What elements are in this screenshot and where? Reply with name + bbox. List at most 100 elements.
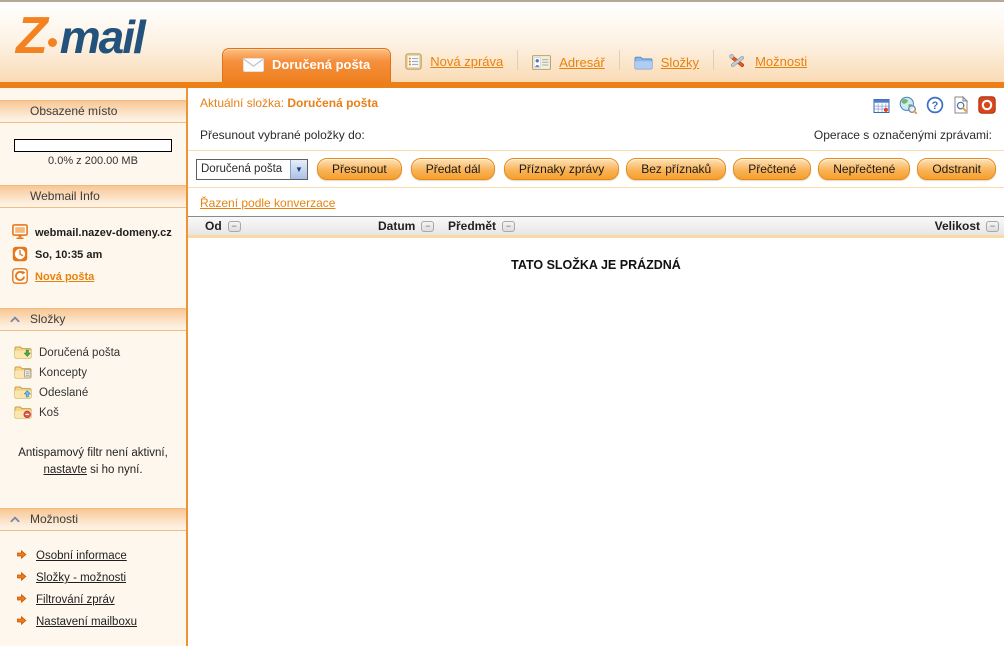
- options-list: Osobní informace Složky - možnosti Filtr…: [0, 545, 186, 633]
- tab-inbox[interactable]: Doručená pošta: [222, 48, 391, 82]
- info-time-row: So, 10:35 am: [0, 246, 186, 268]
- chevron-down-icon: ▼: [290, 160, 307, 179]
- sort-toggle-icon[interactable]: −: [421, 221, 434, 232]
- empty-folder-message: TATO SLOŽKA JE PRÁZDNÁ: [188, 258, 1004, 272]
- sort-toggle-icon[interactable]: −: [986, 221, 999, 232]
- monitor-icon: [12, 224, 28, 243]
- envelope-icon: [243, 58, 264, 72]
- host-label: webmail.nazev-domeny.cz: [35, 227, 172, 239]
- logo-z: Z: [16, 7, 46, 65]
- options-title-label: Možnosti: [30, 508, 78, 531]
- info-new-mail-row[interactable]: Nová pošta: [0, 268, 186, 290]
- option-link[interactable]: Nastavení mailboxu: [36, 616, 137, 628]
- webmail-info-list: webmail.nazev-domeny.cz So, 10:35 am Nov…: [0, 224, 186, 290]
- info-host-row: webmail.nazev-domeny.cz: [0, 224, 186, 246]
- calendar-icon[interactable]: [873, 97, 890, 114]
- message-table-header: Od − Datum − Předmět − Velikost −: [188, 216, 1004, 238]
- drafts-folder-icon: [14, 365, 32, 382]
- main-content: Aktuální složka: Doručená pošta ?: [188, 88, 1004, 646]
- options-section-header[interactable]: Možnosti: [0, 508, 186, 531]
- help-icon[interactable]: ?: [926, 96, 944, 114]
- folder-label: Koncepty: [39, 367, 87, 379]
- search-globe-icon[interactable]: [899, 96, 917, 114]
- sort-by-conversation-link[interactable]: Řazení podle konverzace: [200, 196, 335, 210]
- operations-label: Operace s označenými zprávami:: [814, 128, 992, 142]
- move-button[interactable]: Přesunout: [317, 158, 402, 180]
- column-subject-label: Předmět: [448, 219, 496, 233]
- antispam-notice: Antispamový filtr není aktivní, nastavte…: [10, 445, 176, 478]
- message-flags-button[interactable]: Příznaky zprávy: [504, 158, 619, 180]
- compose-icon: [405, 53, 422, 70]
- tab-options[interactable]: Možnosti: [714, 53, 821, 82]
- no-flags-button[interactable]: Bez příznaků: [626, 158, 726, 180]
- mark-read-button[interactable]: Přečtené: [733, 158, 811, 180]
- tab-folders[interactable]: Složky: [620, 55, 713, 82]
- tab-compose[interactable]: Nová zpráva: [391, 53, 517, 82]
- folder-label: Doručená pošta: [39, 347, 120, 359]
- option-personal-info[interactable]: Osobní informace: [0, 545, 186, 567]
- folder-item-drafts[interactable]: Koncepty: [0, 363, 186, 383]
- folder-select[interactable]: Doručená pošta ▼: [196, 159, 308, 180]
- option-folder-options[interactable]: Složky - možnosti: [0, 567, 186, 589]
- tab-bar: Doručená pošta Nová zpráva Adresář Složk…: [222, 48, 821, 82]
- folder-label: Odeslané: [39, 387, 88, 399]
- folder-label: Koš: [39, 407, 59, 419]
- arrow-right-icon: [16, 571, 27, 585]
- tab-label: Možnosti: [755, 54, 807, 69]
- folders-section-header[interactable]: Složky: [0, 308, 186, 331]
- arrow-right-icon: [16, 615, 27, 629]
- quota-progress-bar: [14, 139, 172, 152]
- breadcrumb-current-folder: Doručená pošta: [287, 96, 378, 110]
- tab-label: Doručená pošta: [272, 57, 370, 72]
- sent-folder-icon: [14, 385, 32, 402]
- arrow-right-icon: [16, 593, 27, 607]
- antispam-text: si ho nyní.: [87, 464, 143, 476]
- sort-toggle-icon[interactable]: −: [228, 221, 241, 232]
- option-link[interactable]: Filtrování zpráv: [36, 594, 115, 606]
- tab-label: Složky: [661, 55, 699, 70]
- option-link[interactable]: Osobní informace: [36, 550, 127, 562]
- logo-mail: mail: [60, 11, 144, 63]
- tools-icon: [728, 53, 747, 70]
- antispam-text: Antispamový filtr není aktivní,: [18, 447, 168, 459]
- folder-item-trash[interactable]: Koš: [0, 403, 186, 423]
- tab-label: Nová zpráva: [430, 54, 503, 69]
- breadcrumb-label: Aktuální složka:: [200, 96, 284, 110]
- column-from-label: Od: [205, 219, 222, 233]
- arrow-right-icon: [16, 549, 27, 563]
- folder-select-value: Doručená pošta: [197, 163, 290, 175]
- quick-icon-bar: ?: [873, 96, 996, 114]
- folder-item-sent[interactable]: Odeslané: [0, 383, 186, 403]
- folders-title-label: Složky: [30, 308, 65, 331]
- quota-title-label: Obsazené místo: [30, 100, 117, 123]
- tab-label: Adresář: [559, 55, 605, 70]
- option-message-filtering[interactable]: Filtrování zpráv: [0, 589, 186, 611]
- chevron-up-icon: [10, 316, 20, 323]
- print-preview-icon[interactable]: [953, 96, 969, 114]
- quota-section-title: Obsazené místo: [0, 100, 186, 123]
- breadcrumb: Aktuální složka: Doručená pošta: [200, 96, 378, 110]
- trash-folder-icon: [14, 405, 32, 422]
- option-mailbox-settings[interactable]: Nastavení mailboxu: [0, 611, 186, 633]
- time-label: So, 10:35 am: [35, 249, 102, 261]
- chevron-up-icon: [10, 516, 20, 523]
- folder-item-inbox[interactable]: Doručená pošta: [0, 343, 186, 363]
- sort-toggle-icon[interactable]: −: [502, 221, 515, 232]
- column-date-label: Datum: [378, 219, 415, 233]
- webmail-info-section-title: Webmail Info: [0, 185, 186, 208]
- new-mail-link[interactable]: Nová pošta: [35, 271, 94, 283]
- antispam-setup-link[interactable]: nastavte: [43, 464, 86, 476]
- svg-text:?: ?: [932, 100, 939, 112]
- mark-unread-button[interactable]: Nepřečtené: [818, 158, 910, 180]
- logout-icon[interactable]: [978, 96, 996, 114]
- forward-button[interactable]: Předat dál: [411, 158, 496, 180]
- column-size-label: Velikost: [935, 219, 980, 233]
- clock-icon: [12, 246, 28, 265]
- delete-button[interactable]: Odstranit: [917, 158, 996, 180]
- app-header: Zmail Doručená pošta Nová zpráva Adresář: [0, 0, 1004, 88]
- webmail-info-title-label: Webmail Info: [30, 185, 100, 208]
- tab-addressbook[interactable]: Adresář: [518, 55, 619, 82]
- option-link[interactable]: Složky - možnosti: [36, 572, 126, 584]
- logo-dot-icon: [48, 38, 57, 47]
- folder-icon: [634, 55, 653, 70]
